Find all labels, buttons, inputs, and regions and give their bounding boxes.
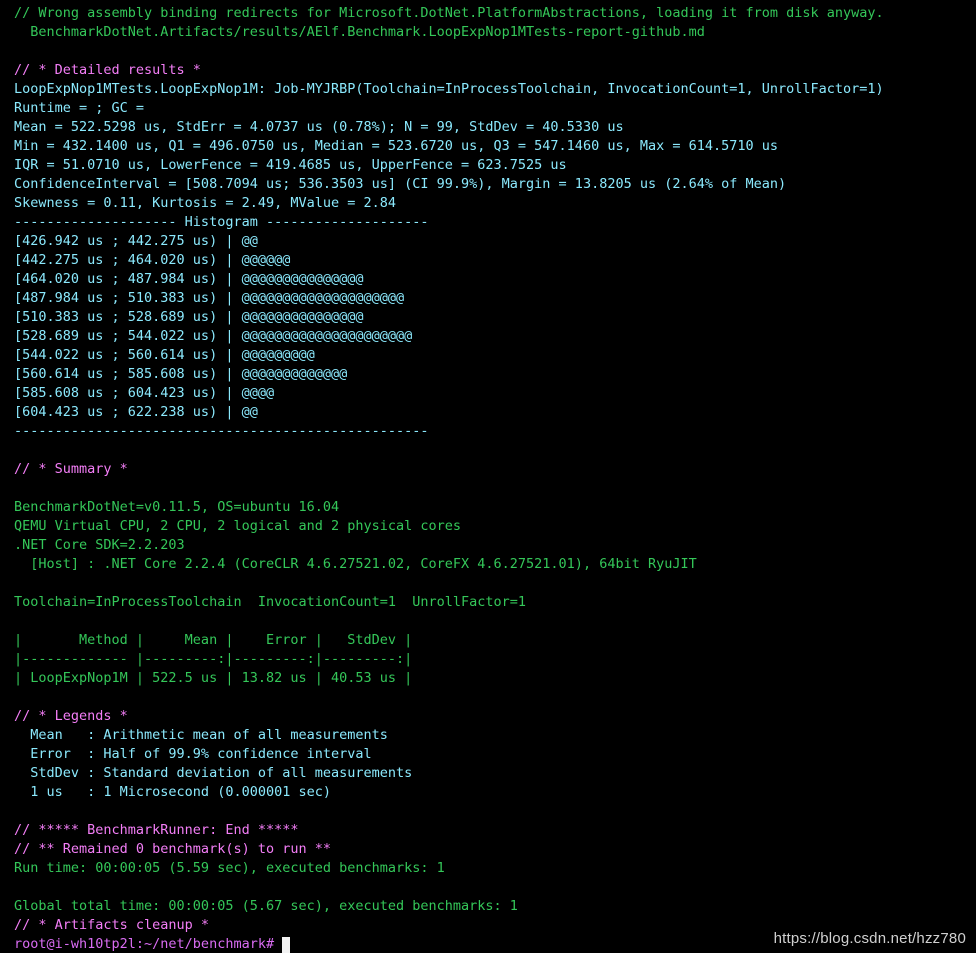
shell-prompt: root@i-wh10tp2l:~/net/benchmark#: [14, 936, 275, 952]
terminal-line: Global total time: 00:00:05 (5.67 sec), …: [14, 898, 518, 914]
terminal-line: | LoopExpNop1M | 522.5 us | 13.82 us | 4…: [14, 670, 413, 686]
terminal-line: // * Detailed results *: [14, 62, 201, 78]
terminal-line: Error : Half of 99.9% confidence interva…: [14, 746, 372, 762]
terminal-line: ConfidenceInterval = [508.7094 us; 536.3…: [14, 176, 787, 192]
terminal-line: [528.689 us ; 544.022 us) | @@@@@@@@@@@@…: [14, 328, 413, 344]
terminal-line: [560.614 us ; 585.608 us) | @@@@@@@@@@@@…: [14, 366, 348, 382]
terminal-line: [442.275 us ; 464.020 us) | @@@@@@: [14, 252, 291, 268]
terminal-line: -------------------- Histogram ---------…: [14, 214, 429, 230]
terminal-line: Run time: 00:00:05 (5.59 sec), executed …: [14, 860, 445, 876]
terminal-line: [544.022 us ; 560.614 us) | @@@@@@@@@: [14, 347, 315, 363]
terminal-line: ----------------------------------------…: [14, 423, 429, 439]
terminal-line: IQR = 51.0710 us, LowerFence = 419.4685 …: [14, 157, 567, 173]
terminal-line: [464.020 us ; 487.984 us) | @@@@@@@@@@@@…: [14, 271, 364, 287]
terminal-line: [487.984 us ; 510.383 us) | @@@@@@@@@@@@…: [14, 290, 405, 306]
terminal-line: // * Legends *: [14, 708, 128, 724]
terminal-line: BenchmarkDotNet=v0.11.5, OS=ubuntu 16.04: [14, 499, 340, 515]
terminal-line: [426.942 us ; 442.275 us) | @@: [14, 233, 258, 249]
terminal-line: |------------- |---------:|---------:|--…: [14, 651, 413, 667]
terminal-line: | Method | Mean | Error | StdDev |: [14, 632, 413, 648]
terminal-line: // Wrong assembly binding redirects for …: [14, 5, 884, 21]
text-cursor: [282, 936, 291, 953]
terminal-output: // Wrong assembly binding redirects for …: [14, 4, 976, 953]
terminal-line: StdDev : Standard deviation of all measu…: [14, 765, 413, 781]
terminal-line: Mean = 522.5298 us, StdErr = 4.0737 us (…: [14, 119, 624, 135]
terminal-line: [585.608 us ; 604.423 us) | @@@@: [14, 385, 275, 401]
watermark: https://blog.csdn.net/hzz780: [773, 930, 966, 947]
terminal-line: [Host] : .NET Core 2.2.4 (CoreCLR 4.6.27…: [14, 556, 697, 572]
terminal-line: // ***** BenchmarkRunner: End *****: [14, 822, 299, 838]
terminal-line: QEMU Virtual CPU, 2 CPU, 2 logical and 2…: [14, 518, 462, 534]
terminal-line: Mean : Arithmetic mean of all measuremen…: [14, 727, 388, 743]
terminal-line: Runtime = ; GC =: [14, 100, 145, 116]
terminal-line: Min = 432.1400 us, Q1 = 496.0750 us, Med…: [14, 138, 779, 154]
terminal-line: [510.383 us ; 528.689 us) | @@@@@@@@@@@@…: [14, 309, 364, 325]
terminal-line: 1 us : 1 Microsecond (0.000001 sec): [14, 784, 331, 800]
terminal-line: LoopExpNop1MTests.LoopExpNop1M: Job-MYJR…: [14, 81, 884, 97]
terminal-line: [604.423 us ; 622.238 us) | @@: [14, 404, 258, 420]
terminal-line: // * Summary *: [14, 461, 128, 477]
terminal-line: Toolchain=InProcessToolchain InvocationC…: [14, 594, 527, 610]
terminal-line: Skewness = 0.11, Kurtosis = 2.49, MValue…: [14, 195, 397, 211]
terminal-window[interactable]: // Wrong assembly binding redirects for …: [0, 0, 976, 953]
terminal-line: .NET Core SDK=2.2.203: [14, 537, 185, 553]
terminal-line: // ** Remained 0 benchmark(s) to run **: [14, 841, 331, 857]
terminal-line: BenchmarkDotNet.Artifacts/results/AElf.B…: [14, 24, 705, 40]
